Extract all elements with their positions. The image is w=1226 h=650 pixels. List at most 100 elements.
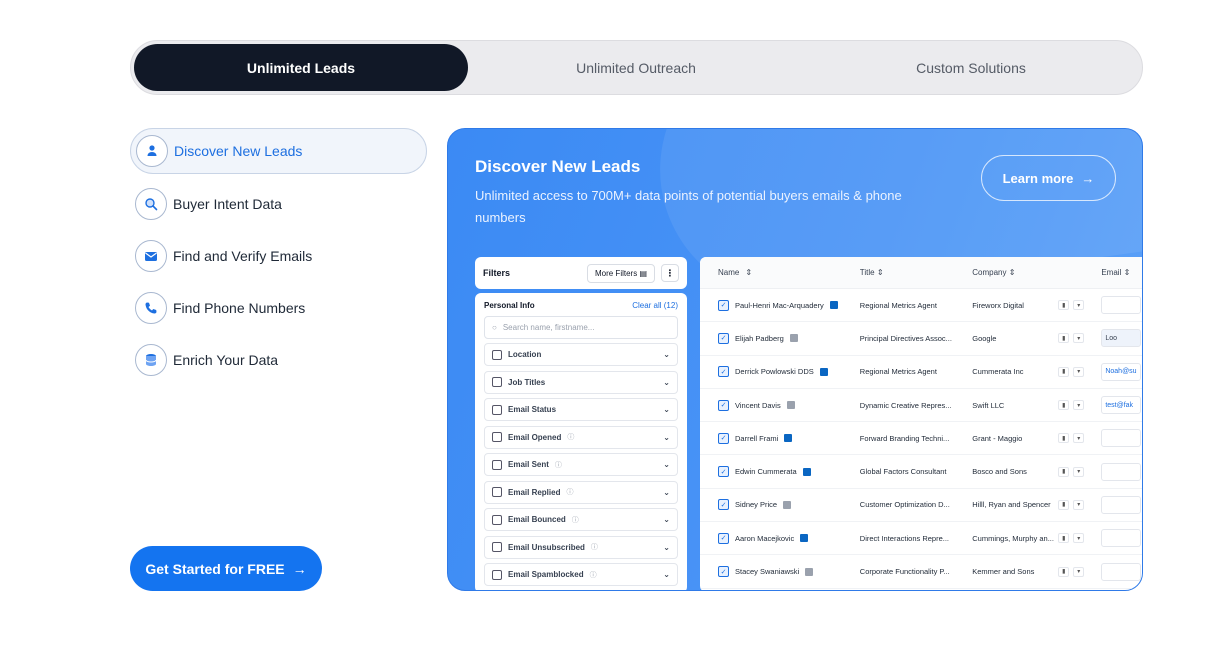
clear-all-link[interactable]: Clear all (12) [632, 301, 678, 310]
lead-title: Corporate Functionality P... [859, 567, 950, 577]
linkedin-icon[interactable] [783, 500, 792, 509]
lead-name: Elijah Padberg [735, 333, 784, 343]
dropdown-icon[interactable]: ▾ [1073, 499, 1085, 510]
row-checkbox[interactable]: ✓ [718, 499, 729, 511]
column-header-email[interactable]: Email ⇕ [1101, 268, 1142, 277]
filters-body: Personal Info Clear all (12) ○ Search na… [475, 293, 687, 590]
column-header-company[interactable]: Company ⇕ [972, 268, 1058, 277]
filter-label: Email Opened [508, 432, 562, 442]
dropdown-icon[interactable]: ▾ [1073, 400, 1085, 411]
email-cell[interactable] [1101, 495, 1142, 514]
dropdown-icon[interactable]: ▾ [1073, 333, 1085, 344]
filter-item[interactable]: Email Unsubscribed ⓘ ⌄ [484, 535, 678, 559]
email-cell[interactable] [1101, 429, 1142, 448]
get-started-button[interactable]: Get Started for FREE → [130, 546, 322, 591]
row-checkbox[interactable]: ✓ [718, 366, 729, 378]
table-row[interactable]: ✓ Edwin Cummerata Global Factors Consultan… [700, 455, 1142, 489]
email-cell[interactable]: test@fak [1101, 396, 1142, 415]
email-cell[interactable] [1101, 296, 1142, 315]
dropdown-icon[interactable]: ▾ [1073, 366, 1085, 377]
table-row[interactable]: ✓ Darrell Frami Forward Branding Techni...… [700, 422, 1142, 456]
filter-item[interactable]: Email Status ⌄ [484, 398, 678, 421]
card-title: Discover New Leads [475, 157, 641, 176]
signal-icon[interactable]: ▮ [1058, 433, 1070, 444]
dropdown-icon[interactable]: ▾ [1073, 300, 1085, 311]
filter-icon [492, 404, 502, 415]
menu-item-find-and-verify-emails[interactable]: Find and Verify Emails [130, 233, 427, 279]
linkedin-icon[interactable] [802, 467, 811, 476]
table-row[interactable]: ✓ Stacey Swaniawski Corporate Functionalit… [700, 555, 1142, 589]
dropdown-icon[interactable]: ▾ [1073, 433, 1085, 444]
row-checkbox[interactable]: ✓ [718, 399, 729, 411]
linkedin-icon[interactable] [805, 567, 814, 576]
linkedin-icon[interactable] [789, 334, 798, 343]
column-header-title[interactable]: Title ⇕ [860, 268, 972, 277]
tab-unlimited-leads[interactable]: Unlimited Leads [134, 44, 468, 91]
linkedin-icon[interactable] [829, 301, 838, 310]
email-cell[interactable] [1101, 562, 1142, 581]
more-filters-button[interactable]: More Filters ▤ [586, 263, 655, 283]
filter-item[interactable]: Email Spamblocked ⓘ ⌄ [484, 563, 678, 586]
more-options-icon[interactable]: ⋮ [661, 264, 679, 282]
table-row[interactable]: ✓ Sidney Price Customer Optimization D... H… [700, 489, 1142, 523]
table-row[interactable]: ✓ Vincent Davis Dynamic Creative Repres...… [700, 389, 1142, 423]
email-cell[interactable] [1101, 529, 1142, 548]
chevron-down-icon: ⌄ [663, 432, 670, 442]
lead-title: Regional Metrics Agent [859, 300, 937, 310]
signal-icon[interactable]: ▮ [1058, 566, 1070, 577]
lead-name: Paul-Henri Mac-Arquadery [735, 300, 824, 310]
signal-icon[interactable]: ▮ [1058, 466, 1070, 477]
tab-custom-solutions[interactable]: Custom Solutions [804, 44, 1138, 91]
filter-item[interactable]: Email Replied ⓘ ⌄ [484, 480, 678, 504]
linkedin-icon[interactable] [784, 434, 793, 443]
signal-icon[interactable]: ▮ [1058, 366, 1070, 377]
search-icon [135, 188, 167, 220]
signal-icon[interactable]: ▮ [1058, 499, 1070, 510]
menu-item-label: Enrich Your Data [173, 352, 279, 368]
row-checkbox[interactable]: ✓ [718, 566, 729, 578]
row-checkbox[interactable]: ✓ [718, 299, 729, 311]
lead-company: Swift LLC [972, 400, 1005, 410]
filter-icon [492, 542, 502, 552]
signal-icon[interactable]: ▮ [1058, 533, 1070, 544]
menu-item-find-phone-numbers[interactable]: Find Phone Numbers [130, 285, 427, 331]
filter-item[interactable]: Email Sent ⓘ ⌄ [484, 453, 678, 476]
signal-icon[interactable]: ▮ [1058, 400, 1070, 411]
filter-item[interactable]: Job Titles ⌄ [484, 370, 678, 394]
lead-company: Google [972, 333, 997, 343]
filter-item[interactable]: Email Opened ⓘ ⌄ [484, 425, 678, 449]
learn-more-button[interactable]: Learn more → [981, 155, 1116, 201]
linkedin-icon[interactable] [786, 401, 795, 410]
lead-company: Bosco and Sons [972, 467, 1027, 477]
signal-icon[interactable]: ▮ [1058, 333, 1070, 344]
email-cell[interactable]: Noah@su [1101, 362, 1142, 381]
menu-item-enrich-your-data[interactable]: Enrich Your Data [130, 337, 427, 383]
filter-icon [492, 349, 502, 360]
dropdown-icon[interactable]: ▾ [1073, 466, 1085, 477]
dropdown-icon[interactable]: ▾ [1073, 566, 1085, 577]
filter-search-input[interactable]: ○ Search name, firstname... [484, 316, 678, 339]
column-header-name[interactable]: Name ⇕ [718, 268, 860, 277]
tab-unlimited-outreach[interactable]: Unlimited Outreach [469, 44, 803, 91]
filter-item[interactable]: Email Bounced ⓘ ⌄ [484, 508, 678, 531]
dropdown-icon[interactable]: ▾ [1073, 533, 1085, 544]
table-row[interactable]: ✓ Derrick Powlowski DDS Regional Metrics A… [700, 356, 1142, 389]
menu-item-buyer-intent-data[interactable]: Buyer Intent Data [130, 181, 427, 227]
email-cell[interactable]: Loo [1101, 329, 1142, 348]
signal-icon[interactable]: ▮ [1058, 300, 1070, 311]
linkedin-icon[interactable] [819, 367, 828, 376]
chevron-down-icon: ⌄ [663, 542, 670, 552]
filter-item[interactable]: Location ⌄ [484, 343, 678, 366]
table-row[interactable]: ✓ Elijah Padberg Principal Directives Asso… [700, 322, 1142, 356]
row-checkbox[interactable]: ✓ [718, 532, 729, 544]
row-checkbox[interactable]: ✓ [718, 332, 729, 344]
menu-item-discover-new-leads[interactable]: Discover New Leads [130, 128, 427, 174]
row-checkbox[interactable]: ✓ [718, 432, 729, 444]
row-checkbox[interactable]: ✓ [718, 466, 729, 478]
table-row[interactable]: ✓ Aaron Macejkovic Direct Interactions Rep… [700, 522, 1142, 556]
product-tabs: Unlimited Leads Unlimited Outreach Custo… [130, 40, 1143, 95]
filters-header: Filters More Filters ▤ ⋮ [475, 257, 687, 289]
email-cell[interactable] [1101, 462, 1142, 481]
linkedin-icon[interactable] [800, 534, 809, 543]
table-row[interactable]: ✓ Paul-Henri Mac-Arquadery Regional Metric… [700, 289, 1142, 323]
